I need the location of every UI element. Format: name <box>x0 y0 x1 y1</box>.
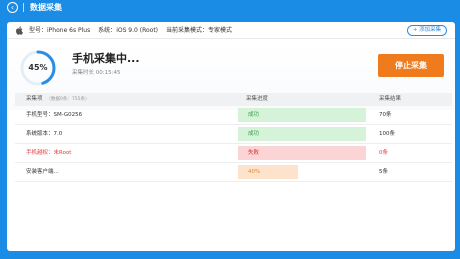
status-title: 手机采集中... <box>72 52 140 65</box>
header-result: 采集结果 <box>379 96 402 102</box>
collection-table: 采集项 （数据0条：755条） 采集进度 采集结果 手机型号：SM-G0256 成… <box>15 93 452 182</box>
progress-status: 失败 <box>238 146 366 160</box>
table-row[interactable]: 手机越权：未Root 失败 0条 <box>15 144 452 163</box>
row-result: 100条 <box>379 131 395 137</box>
model-label: 型号：iPhone 6s Plus <box>29 27 91 34</box>
table-row[interactable]: 安装客户端... 40% 5条 <box>15 163 452 182</box>
mode-label: 当前采集模式：专家模式 <box>165 27 232 34</box>
row-result: 5条 <box>379 169 388 175</box>
row-result: 70条 <box>379 112 392 118</box>
row-result: 0条 <box>379 150 388 156</box>
table-header: 采集项 （数据0条：755条） 采集进度 采集结果 <box>15 93 452 106</box>
apple-icon <box>16 26 23 35</box>
progress-status: 成功 <box>238 108 366 122</box>
row-item: 手机型号：SM-G0256 <box>26 112 83 118</box>
table-row[interactable]: 系统版本：7.0 成功 100条 <box>15 125 452 144</box>
header-item: 采集项 （数据0条：755条） <box>26 96 90 102</box>
add-collection-button[interactable]: + 添加采集 <box>407 25 447 36</box>
device-info: 型号：iPhone 6s Plus 系统：iOS 9.0 (Root) 当前采集… <box>29 25 238 36</box>
title-divider <box>23 3 24 12</box>
header-progress: 采集进度 <box>246 96 269 102</box>
table-row[interactable]: 手机型号：SM-G0256 成功 70条 <box>15 106 452 125</box>
device-info-bar: 型号：iPhone 6s Plus 系统：iOS 9.0 (Root) 当前采集… <box>7 22 455 39</box>
progress-status: 成功 <box>238 127 366 141</box>
os-label: 系统：iOS 9.0 (Root) <box>98 27 159 34</box>
stop-collection-button[interactable]: 停止采集 <box>378 54 444 77</box>
main-panel: 型号：iPhone 6s Plus 系统：iOS 9.0 (Root) 当前采集… <box>7 22 455 251</box>
row-item: 安装客户端... <box>26 169 59 175</box>
progress-bar: 40% <box>238 165 298 179</box>
window-title: 数据采集 <box>30 3 62 12</box>
row-item: 手机越权：未Root <box>26 150 72 156</box>
progress-percent: 45% <box>28 63 48 72</box>
row-item: 系统版本：7.0 <box>26 131 63 137</box>
title-bar: ‹ 数据采集 <box>0 0 460 15</box>
elapsed-time: 采集时长 00:15:45 <box>72 70 121 76</box>
back-arrow-icon[interactable]: ‹ <box>7 2 18 13</box>
